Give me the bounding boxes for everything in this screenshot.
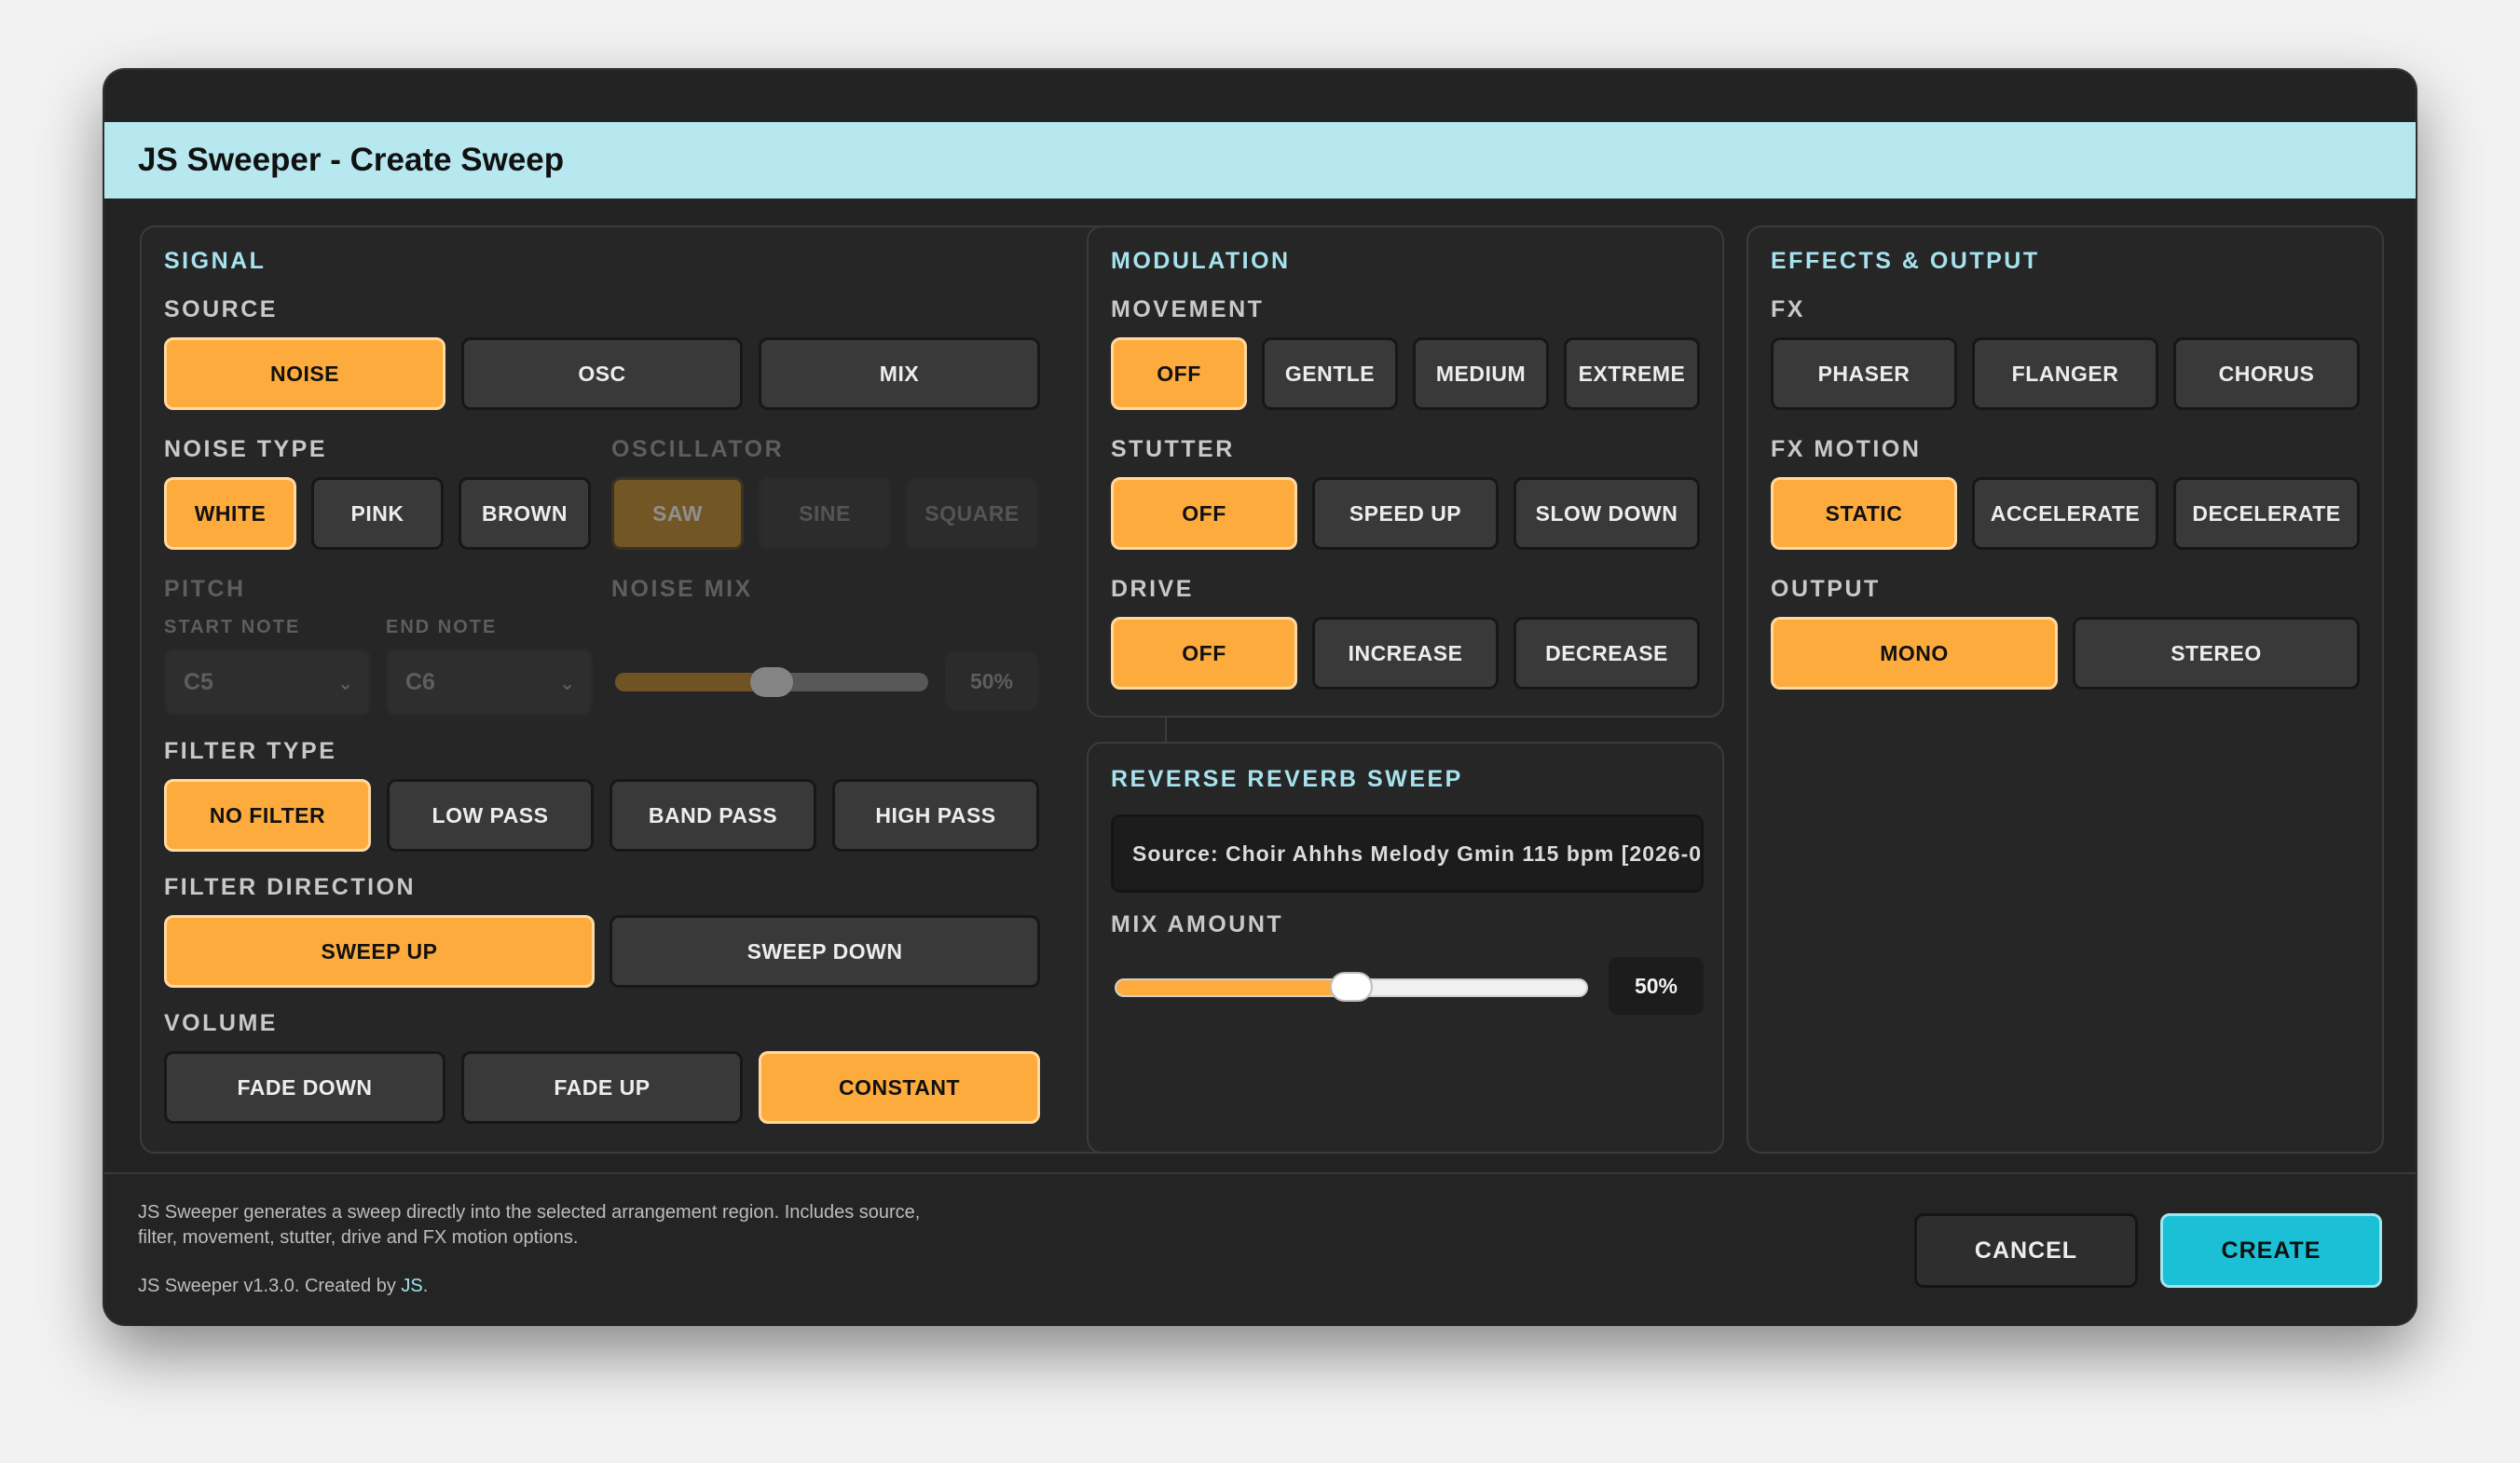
- modulation-heading: MODULATION: [1111, 248, 1291, 274]
- stutter-off-button[interactable]: OFF: [1111, 477, 1297, 550]
- dialog-title: JS Sweeper - Create Sweep: [138, 142, 565, 178]
- signal-heading: SIGNAL: [164, 248, 267, 274]
- filter-direction-label: FILTER DIRECTION: [164, 874, 417, 900]
- noise-mix-slider[interactable]: [615, 667, 928, 697]
- create-button[interactable]: CREATE: [2160, 1213, 2382, 1288]
- mix-amount-slider-fill: [1116, 980, 1351, 995]
- version-suffix: .: [422, 1276, 429, 1296]
- footer-description-line-2: filter, movement, stutter, drive and FX …: [138, 1227, 579, 1248]
- filter-bandpass-button[interactable]: BAND PASS: [609, 779, 816, 852]
- movement-medium-button[interactable]: MEDIUM: [1413, 337, 1549, 410]
- fx-motion-decelerate-button[interactable]: DECELERATE: [2173, 477, 2360, 550]
- version-text: JS Sweeper v1.3.0. Created by: [138, 1276, 402, 1296]
- source-label: SOURCE: [164, 296, 278, 322]
- sweep-up-button[interactable]: SWEEP UP: [164, 915, 595, 988]
- cancel-button[interactable]: CANCEL: [1914, 1213, 2138, 1288]
- osc-square-button[interactable]: SQUARE: [906, 477, 1038, 550]
- volume-fade-up-button[interactable]: FADE UP: [461, 1051, 743, 1124]
- fx-flanger-button[interactable]: FLANGER: [1972, 337, 2158, 410]
- movement-off-button[interactable]: OFF: [1111, 337, 1247, 410]
- author-link[interactable]: JS: [401, 1276, 422, 1296]
- chevron-down-icon: ⌄: [559, 674, 575, 694]
- fx-chorus-button[interactable]: CHORUS: [2173, 337, 2360, 410]
- movement-gentle-button[interactable]: GENTLE: [1262, 337, 1398, 410]
- volume-fade-down-button[interactable]: FADE DOWN: [164, 1051, 445, 1124]
- drive-increase-button[interactable]: INCREASE: [1312, 617, 1499, 690]
- dialog-window: JS Sweeper - Create Sweep SIGNAL SOURCE …: [104, 70, 2416, 1324]
- noise-mix-slider-fill: [615, 673, 772, 691]
- volume-label: VOLUME: [164, 1010, 278, 1036]
- reverse-reverb-heading: REVERSE REVERB SWEEP: [1111, 766, 1463, 792]
- mix-amount-slider[interactable]: [1115, 972, 1588, 1002]
- osc-saw-button[interactable]: SAW: [611, 477, 744, 550]
- effects-heading: EFFECTS & OUTPUT: [1771, 248, 2040, 274]
- title-bar: JS Sweeper - Create Sweep: [104, 122, 2416, 198]
- movement-extreme-button[interactable]: EXTREME: [1564, 337, 1700, 410]
- footer-description-line-1: JS Sweeper generates a sweep directly in…: [138, 1202, 921, 1223]
- volume-constant-button[interactable]: CONSTANT: [759, 1051, 1040, 1124]
- mix-amount-value: 50%: [1609, 957, 1704, 1015]
- noise-mix-slider-thumb[interactable]: [750, 667, 793, 697]
- filter-none-button[interactable]: NO FILTER: [164, 779, 371, 852]
- filter-highpass-button[interactable]: HIGH PASS: [832, 779, 1039, 852]
- noise-white-button[interactable]: WHITE: [164, 477, 296, 550]
- drive-off-button[interactable]: OFF: [1111, 617, 1297, 690]
- modulation-panel: MODULATION MOVEMENT OFF GENTLE MEDIUM EX…: [1087, 226, 1724, 718]
- chevron-down-icon: ⌄: [337, 674, 353, 694]
- mix-amount-slider-thumb[interactable]: [1330, 972, 1373, 1002]
- fx-motion-label: FX MOTION: [1771, 436, 1922, 462]
- fx-motion-static-button[interactable]: STATIC: [1771, 477, 1957, 550]
- stutter-slow-down-button[interactable]: SLOW DOWN: [1513, 477, 1700, 550]
- noise-mix-label: NOISE MIX: [611, 576, 753, 602]
- source-osc-button[interactable]: OSC: [461, 337, 743, 410]
- movement-label: MOVEMENT: [1111, 296, 1265, 322]
- end-note-label: END NOTE: [386, 617, 498, 637]
- signal-panel: SIGNAL SOURCE NOISE OSC MIX NOISE TYPE W…: [140, 226, 1167, 1154]
- start-note-value: C5: [184, 668, 213, 695]
- output-mono-button[interactable]: MONO: [1771, 617, 2058, 690]
- source-mix-button[interactable]: MIX: [759, 337, 1040, 410]
- oscillator-label: OSCILLATOR: [611, 436, 785, 462]
- mix-amount-label: MIX AMOUNT: [1111, 911, 1284, 937]
- end-note-value: C6: [405, 668, 435, 695]
- filter-lowpass-button[interactable]: LOW PASS: [387, 779, 594, 852]
- footer-description: JS Sweeper generates a sweep directly in…: [138, 1200, 920, 1251]
- noise-mix-value: 50%: [945, 652, 1038, 710]
- dialog-footer: JS Sweeper generates a sweep directly in…: [104, 1172, 2416, 1324]
- drive-decrease-button[interactable]: DECREASE: [1513, 617, 1700, 690]
- start-note-select[interactable]: C5 ⌄: [164, 649, 371, 716]
- start-note-label: START NOTE: [164, 617, 301, 637]
- stutter-speed-up-button[interactable]: SPEED UP: [1312, 477, 1499, 550]
- reverb-source-field[interactable]: Source: Choir Ahhhs Melody Gmin 115 bpm …: [1111, 814, 1704, 893]
- filter-type-label: FILTER TYPE: [164, 738, 337, 764]
- fx-motion-accelerate-button[interactable]: ACCELERATE: [1972, 477, 2158, 550]
- stutter-label: STUTTER: [1111, 436, 1235, 462]
- fx-label: FX: [1771, 296, 1805, 322]
- noise-type-label: NOISE TYPE: [164, 436, 328, 462]
- drive-label: DRIVE: [1111, 576, 1194, 602]
- footer-version: JS Sweeper v1.3.0. Created by JS.: [138, 1274, 428, 1299]
- fx-phaser-button[interactable]: PHASER: [1771, 337, 1957, 410]
- source-noise-button[interactable]: NOISE: [164, 337, 445, 410]
- sweep-down-button[interactable]: SWEEP DOWN: [609, 915, 1040, 988]
- effects-output-panel: EFFECTS & OUTPUT FX PHASER FLANGER CHORU…: [1746, 226, 2384, 1154]
- end-note-select[interactable]: C6 ⌄: [386, 649, 593, 716]
- reverb-source-text: Source: Choir Ahhhs Melody Gmin 115 bpm …: [1132, 841, 1704, 866]
- osc-sine-button[interactable]: SINE: [759, 477, 891, 550]
- noise-brown-button[interactable]: BROWN: [459, 477, 591, 550]
- noise-pink-button[interactable]: PINK: [311, 477, 444, 550]
- pitch-label: PITCH: [164, 576, 246, 602]
- reverse-reverb-panel: REVERSE REVERB SWEEP Source: Choir Ahhhs…: [1087, 742, 1724, 1154]
- output-stereo-button[interactable]: STEREO: [2073, 617, 2360, 690]
- output-label: OUTPUT: [1771, 576, 1881, 602]
